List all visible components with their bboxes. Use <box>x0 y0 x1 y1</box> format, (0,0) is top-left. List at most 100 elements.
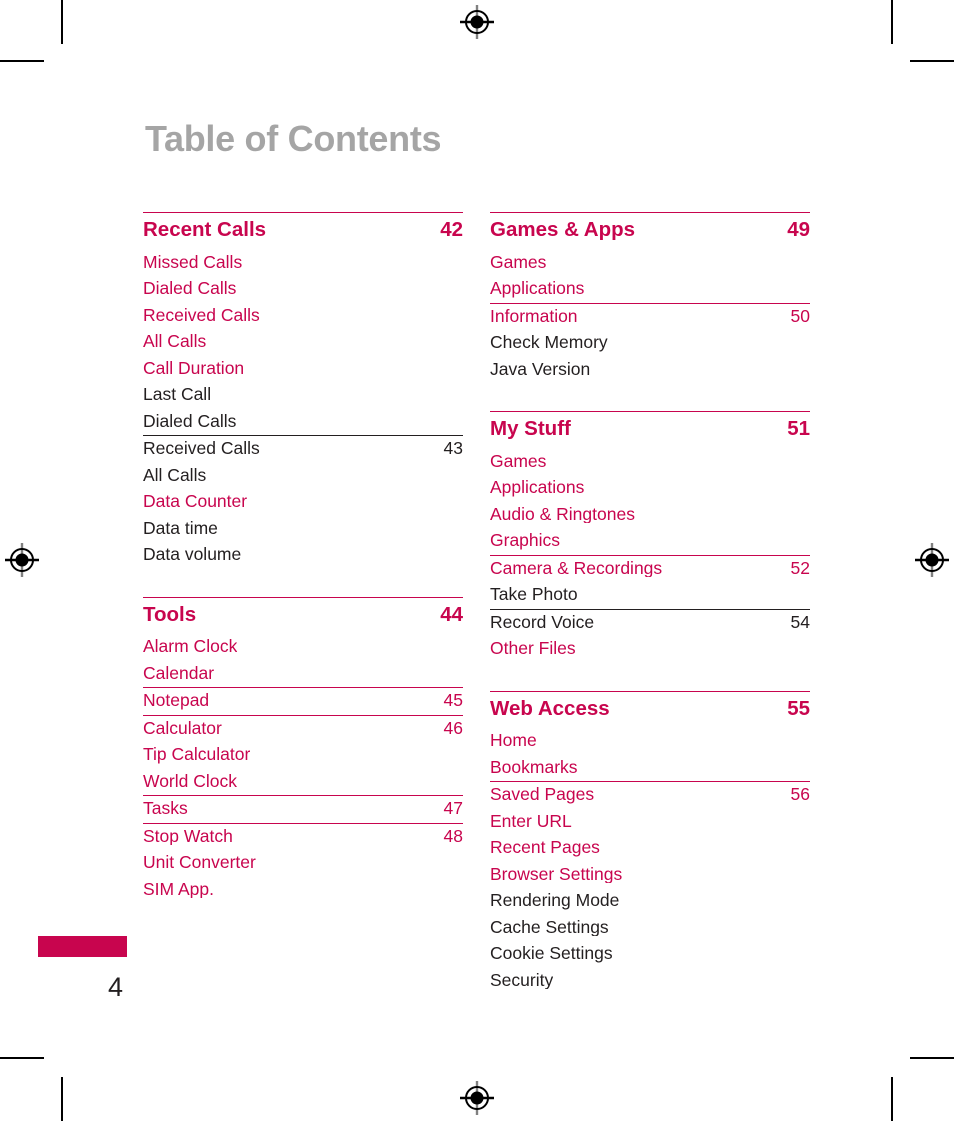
toc-entry-other-files[interactable]: Other Files <box>490 636 810 663</box>
toc-entry-alarm-clock[interactable]: Alarm Clock <box>143 634 463 661</box>
toc-entry-label: Tools <box>143 604 197 625</box>
toc-entry-games[interactable]: Games <box>490 250 810 277</box>
toc-entry-label: Data time <box>143 519 218 537</box>
toc-entry-label: Browser Settings <box>490 865 623 883</box>
toc-entry-dialed-calls[interactable]: Dialed Calls <box>143 276 463 303</box>
toc-entry-label: Calendar <box>143 664 215 682</box>
toc-entry-label: Record Voice <box>490 613 595 631</box>
toc-entry-calendar[interactable]: Calendar <box>143 661 463 688</box>
footer-accent-bar <box>38 936 127 957</box>
toc-entry-label: Cookie Settings <box>490 945 613 963</box>
toc-entry-label: Recent Calls <box>143 220 267 241</box>
toc-entry-recent-pages[interactable]: Recent Pages <box>490 835 810 862</box>
toc-entry-record-voice[interactable]: Record Voice 54 <box>490 608 810 637</box>
toc-entry-camera-recordings[interactable]: Camera & Recordings 52 <box>490 554 810 583</box>
toc-entry-label: SIM App. <box>143 880 215 898</box>
toc-section-heading-games-apps[interactable]: Games & Apps 49 <box>490 212 810 250</box>
toc-entry-label: Rendering Mode <box>490 892 620 910</box>
toc-entry-security[interactable]: Security <box>490 968 810 995</box>
toc-entry-bookmarks[interactable]: Bookmarks <box>490 755 810 782</box>
toc-entry-page-number: 48 <box>443 825 463 846</box>
toc-section: Tools 44 Alarm Clock Calendar Notepad 45 Calcu… <box>143 596 463 904</box>
toc-entry-dialed-calls[interactable]: Dialed Calls <box>143 409 463 436</box>
toc-entry-label: Tasks <box>143 800 188 818</box>
toc-entry-data-counter[interactable]: Data Counter <box>143 489 463 516</box>
toc-entry-world-clock[interactable]: World Clock <box>143 769 463 796</box>
toc-entry-page-number: 49 <box>787 218 810 241</box>
toc-section-heading-tools[interactable]: Tools 44 <box>143 596 463 635</box>
toc-entry-label: Enter URL <box>490 812 572 830</box>
toc-entry-check-memory[interactable]: Check Memory <box>490 330 810 357</box>
toc-entry-received-calls[interactable]: Received Calls <box>143 303 463 330</box>
toc-entry-label: Recent Pages <box>490 839 600 857</box>
toc-entry-information[interactable]: Information 50 <box>490 302 810 331</box>
toc-entry-tasks[interactable]: Tasks 47 <box>143 795 463 823</box>
toc-entry-page-number: 47 <box>443 798 463 818</box>
toc-entry-label: Bookmarks <box>490 758 578 776</box>
toc-entry-label: Camera & Recordings <box>490 559 663 577</box>
toc-entry-rendering-mode[interactable]: Rendering Mode <box>490 888 810 915</box>
toc-entry-label: Tip Calculator <box>143 746 251 764</box>
toc-entry-received-calls[interactable]: Received Calls 43 <box>143 435 463 463</box>
toc-section: My Stuff 51 Games Applications Audio & Ringt… <box>490 411 810 663</box>
toc-entry-label: My Stuff <box>490 419 571 440</box>
toc-entry-tip-calculator[interactable]: Tip Calculator <box>143 742 463 769</box>
toc-section-heading-recent-calls[interactable]: Recent Calls 42 <box>143 212 463 250</box>
toc-entry-label: Notepad <box>143 692 210 710</box>
toc-entry-calculator[interactable]: Calculator 46 <box>143 714 463 743</box>
toc-entry-label: Home <box>490 732 537 750</box>
page-title: Table of Contents <box>145 118 442 159</box>
toc-entry-all-calls[interactable]: All Calls <box>143 329 463 356</box>
toc-entry-page-number: 44 <box>440 602 463 626</box>
toc-page: Table of Contents Recent Calls 42 Missed C… <box>0 0 954 1121</box>
toc-entry-page-number: 43 <box>443 438 463 458</box>
toc-entry-take-photo[interactable]: Take Photo <box>490 582 810 609</box>
toc-entry-audio-ringtones[interactable]: Audio & Ringtones <box>490 502 810 529</box>
toc-section-heading-my-stuff[interactable]: My Stuff 51 <box>490 411 810 449</box>
toc-entry-saved-pages[interactable]: Saved Pages 56 <box>490 781 810 809</box>
toc-entry-label: Saved Pages <box>490 786 595 804</box>
toc-entry-browser-settings[interactable]: Browser Settings <box>490 862 810 889</box>
toc-entry-label: Unit Converter <box>143 854 256 872</box>
toc-column-left: Recent Calls 42 Missed Calls Dialed Calls Re… <box>143 212 463 903</box>
toc-entry-page-number: 52 <box>790 557 810 578</box>
toc-entry-java-version[interactable]: Java Version <box>490 357 810 384</box>
toc-section-heading-web-access[interactable]: Web Access 55 <box>490 690 810 729</box>
toc-entry-label: Games <box>490 253 547 271</box>
toc-entry-page-number: 50 <box>790 305 810 326</box>
toc-entry-cookie-settings[interactable]: Cookie Settings <box>490 941 810 968</box>
toc-entry-games[interactable]: Games <box>490 449 810 476</box>
toc-entry-label: Applications <box>490 280 585 298</box>
toc-entry-call-duration[interactable]: Call Duration <box>143 356 463 383</box>
toc-entry-label: Missed Calls <box>143 253 243 271</box>
toc-entry-cache-settings[interactable]: Cache Settings <box>490 915 810 942</box>
toc-entry-sim-app[interactable]: SIM App. <box>143 877 463 904</box>
toc-section: Recent Calls 42 Missed Calls Dialed Calls Re… <box>143 212 463 569</box>
toc-entry-label: Web Access <box>490 698 610 719</box>
toc-entry-applications[interactable]: Applications <box>490 475 810 502</box>
toc-entry-label: Last Call <box>143 386 212 404</box>
toc-entry-page-number: 56 <box>790 784 810 804</box>
toc-entry-enter-url[interactable]: Enter URL <box>490 809 810 836</box>
page-number: 4 <box>108 972 124 1002</box>
toc-entry-page-number: 55 <box>787 696 810 720</box>
toc-entry-label: Received Calls <box>143 306 260 324</box>
toc-section: Games & Apps 49 Games Applications Informati… <box>490 212 810 383</box>
toc-entry-label: Other Files <box>490 640 576 658</box>
toc-entry-last-call[interactable]: Last Call <box>143 382 463 409</box>
toc-entry-unit-converter[interactable]: Unit Converter <box>143 850 463 877</box>
toc-entry-label: Dialed Calls <box>143 412 237 430</box>
toc-entry-label: World Clock <box>143 772 238 790</box>
toc-entry-missed-calls[interactable]: Missed Calls <box>143 250 463 277</box>
toc-entry-label: Data Counter <box>143 493 248 511</box>
toc-entry-all-calls[interactable]: All Calls <box>143 463 463 490</box>
toc-entry-data-time[interactable]: Data time <box>143 516 463 543</box>
toc-entry-home[interactable]: Home <box>490 728 810 755</box>
toc-entry-applications[interactable]: Applications <box>490 276 810 303</box>
toc-entry-page-number: 42 <box>440 218 463 241</box>
toc-entry-notepad[interactable]: Notepad 45 <box>143 687 463 715</box>
toc-entry-graphics[interactable]: Graphics <box>490 528 810 555</box>
toc-entry-data-volume[interactable]: Data volume <box>143 542 463 569</box>
toc-entry-stop-watch[interactable]: Stop Watch 48 <box>143 822 463 851</box>
